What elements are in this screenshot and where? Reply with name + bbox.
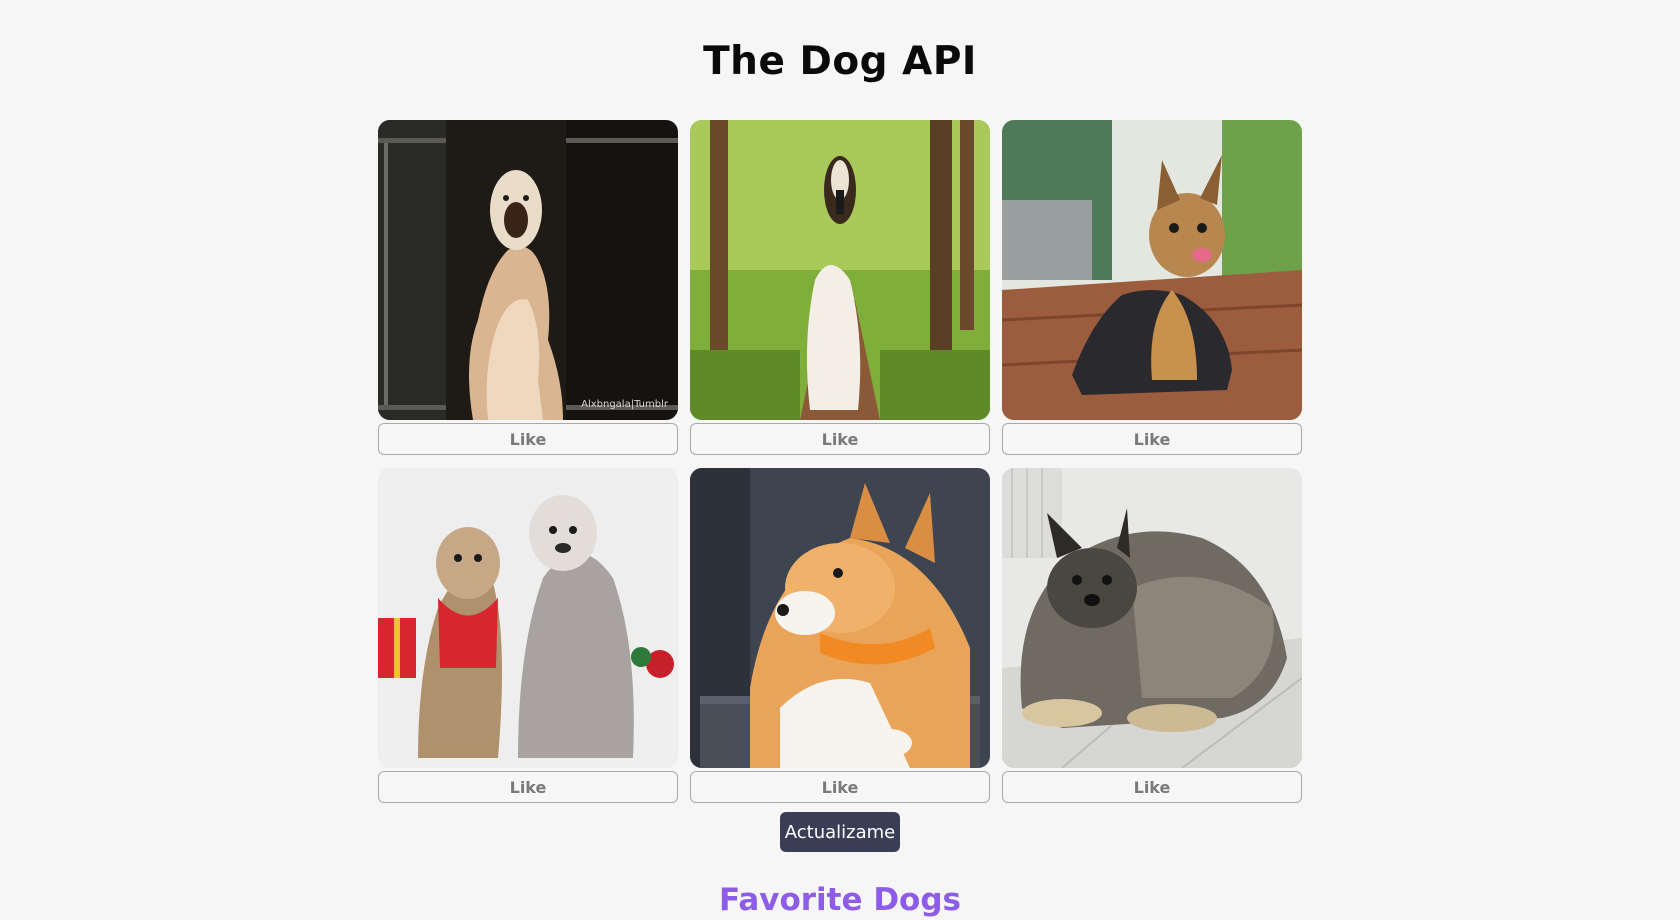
two-shaggy-dogs-photo bbox=[378, 468, 678, 768]
dog-card: Like bbox=[378, 468, 678, 803]
dog-painting-photo: Alxbngala|Tumblr bbox=[378, 120, 678, 420]
keeshond-photo bbox=[1002, 468, 1302, 768]
like-button[interactable]: Like bbox=[378, 771, 678, 803]
like-button[interactable]: Like bbox=[378, 423, 678, 455]
svg-text:Alxbngala|Tumblr: Alxbngala|Tumblr bbox=[581, 399, 669, 410]
yorkshire-terrier-photo bbox=[1002, 120, 1302, 420]
like-button[interactable]: Like bbox=[1002, 423, 1302, 455]
like-button[interactable]: Like bbox=[690, 771, 990, 803]
refresh-button[interactable]: Actualizame bbox=[780, 812, 900, 852]
shiba-inu-photo bbox=[690, 468, 990, 768]
dog-card: Like bbox=[1002, 120, 1302, 455]
dog-card: Like bbox=[1002, 468, 1302, 803]
dog-grid: Alxbngala|Tumblr Like Like Like Like Lik… bbox=[378, 120, 1302, 803]
dog-card: Like bbox=[690, 468, 990, 803]
dog-card: Like bbox=[690, 120, 990, 455]
like-button[interactable]: Like bbox=[690, 423, 990, 455]
like-button[interactable]: Like bbox=[1002, 771, 1302, 803]
dog-card: Alxbngala|Tumblr Like bbox=[378, 120, 678, 455]
afghan-hound-photo bbox=[690, 120, 990, 420]
favorites-title: Favorite Dogs bbox=[718, 882, 961, 918]
page-title: The Dog API bbox=[703, 39, 977, 84]
